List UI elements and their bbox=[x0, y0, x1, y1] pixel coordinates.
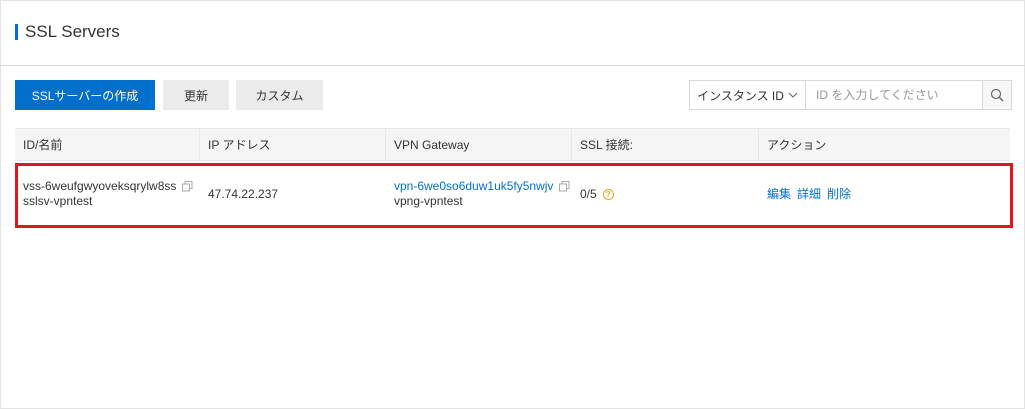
column-header-actions: アクション bbox=[767, 138, 827, 152]
search-icon bbox=[990, 88, 1004, 102]
table-header: ID/名前 IP アドレス VPN Gateway SSL 接続: アクション bbox=[15, 128, 1010, 161]
column-header-vpn-gateway: VPN Gateway bbox=[386, 129, 572, 160]
refresh-button[interactable]: 更新 bbox=[163, 80, 229, 110]
column-header-ssl-connections: SSL 接続: bbox=[572, 129, 759, 160]
page-title: SSL Servers bbox=[25, 22, 120, 41]
custom-button[interactable]: カスタム bbox=[236, 80, 323, 110]
chevron-down-icon bbox=[788, 92, 798, 98]
column-header-id-name: ID/名前 bbox=[15, 129, 200, 160]
search-group: インスタンス ID bbox=[689, 80, 1012, 110]
page-header: SSL Servers bbox=[0, 0, 1025, 66]
create-ssl-server-button[interactable]: SSLサーバーの作成 bbox=[15, 80, 155, 110]
search-button[interactable] bbox=[983, 80, 1012, 110]
search-field-select[interactable]: インスタンス ID bbox=[689, 80, 805, 110]
search-input[interactable] bbox=[805, 80, 983, 110]
title-accent-bar bbox=[15, 24, 18, 40]
search-field-label: インスタンス ID bbox=[697, 88, 784, 103]
column-header-ip: IP アドレス bbox=[200, 129, 386, 160]
row-highlight-box bbox=[15, 163, 1013, 228]
